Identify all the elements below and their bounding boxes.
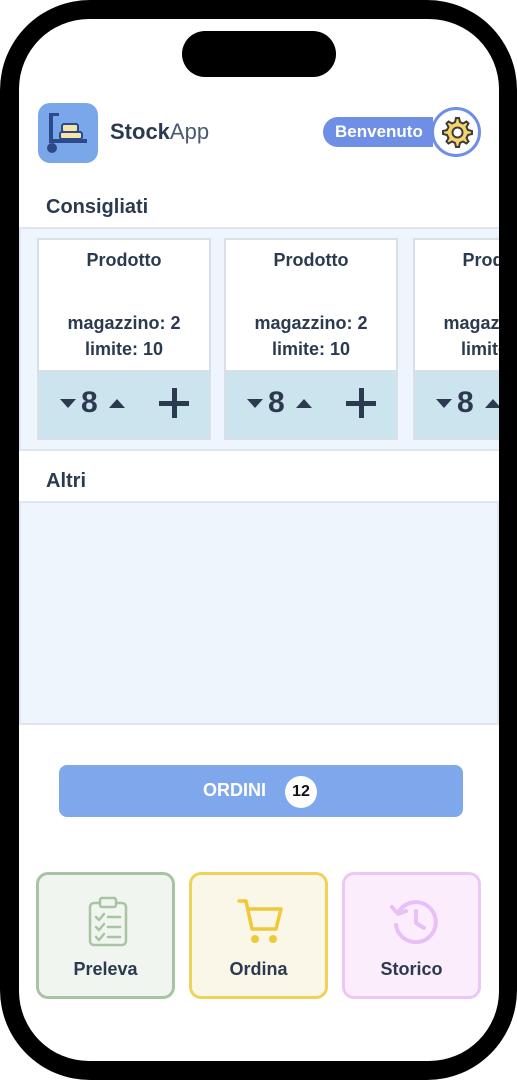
product-card[interactable]: Prodotto magazzino: 2 limite: 10 8 xyxy=(37,238,211,440)
decrease-quantity-arrow-icon[interactable] xyxy=(436,399,452,408)
quantity-value: 8 xyxy=(457,386,474,419)
others-section-title: Altri xyxy=(46,470,86,492)
add-to-order-plus-icon[interactable] xyxy=(157,386,191,420)
app-title: StockApp xyxy=(110,119,210,144)
ordina-label: Ordina xyxy=(229,959,288,979)
quantity-controls: 8 xyxy=(39,370,209,438)
increase-quantity-arrow-icon[interactable] xyxy=(485,399,499,408)
increase-quantity-arrow-icon[interactable] xyxy=(109,399,125,408)
product-card[interactable]: Prodotto magazzino: 2 limite: 10 8 xyxy=(413,238,499,440)
product-card[interactable]: Prodotto magazzino: 2 limite: 10 8 xyxy=(224,238,398,440)
product-stock: magazzino: 2 xyxy=(254,313,368,333)
others-list[interactable] xyxy=(19,501,499,725)
product-stock: magazzino: 2 xyxy=(67,313,181,333)
add-to-order-plus-icon[interactable] xyxy=(344,386,378,420)
shopping-cart-icon xyxy=(237,899,283,943)
phone-frame: StockApp Benvenuto Consigliati Prodotto … xyxy=(0,0,517,1080)
camera-notch xyxy=(182,31,336,77)
app-logo-icon xyxy=(38,103,98,163)
quantity-value: 8 xyxy=(81,386,98,419)
increase-quantity-arrow-icon[interactable] xyxy=(296,399,312,408)
app-screen: StockApp Benvenuto Consigliati Prodotto … xyxy=(19,19,499,1061)
orders-count-badge: 12 xyxy=(285,776,317,808)
gear-icon xyxy=(442,117,473,148)
decrease-quantity-arrow-icon[interactable] xyxy=(60,399,76,408)
quantity-controls: 8 xyxy=(415,370,499,438)
recommended-section-title: Consigliati xyxy=(46,196,149,218)
orders-button-label: ORDINI xyxy=(203,780,266,800)
orders-button[interactable]: ORDINI 12 xyxy=(59,765,463,817)
decrease-quantity-arrow-icon[interactable] xyxy=(247,399,263,408)
preleva-label: Preleva xyxy=(73,959,138,979)
preleva-button[interactable]: Preleva xyxy=(36,872,175,999)
quantity-value: 8 xyxy=(268,386,285,419)
product-limit: limite: 10 xyxy=(84,339,164,359)
recommended-carousel[interactable]: Prodotto magazzino: 2 limite: 10 8 Prodo… xyxy=(19,227,499,451)
history-icon xyxy=(390,900,438,945)
quantity-controls: 8 xyxy=(226,370,396,438)
storico-button[interactable]: Storico xyxy=(342,872,481,999)
clipboard-checklist-icon xyxy=(88,896,128,947)
product-name: Prodotto xyxy=(86,250,162,270)
product-name: Prodotto xyxy=(462,250,500,270)
product-stock: magazzino: 2 xyxy=(443,313,499,333)
settings-button[interactable] xyxy=(431,107,481,157)
storico-label: Storico xyxy=(380,959,443,979)
product-name: Prodotto xyxy=(273,250,349,270)
ordina-button[interactable]: Ordina xyxy=(189,872,328,999)
product-limit: limite: 10 xyxy=(460,339,499,359)
welcome-badge: Benvenuto xyxy=(323,117,433,147)
product-limit: limite: 10 xyxy=(271,339,351,359)
